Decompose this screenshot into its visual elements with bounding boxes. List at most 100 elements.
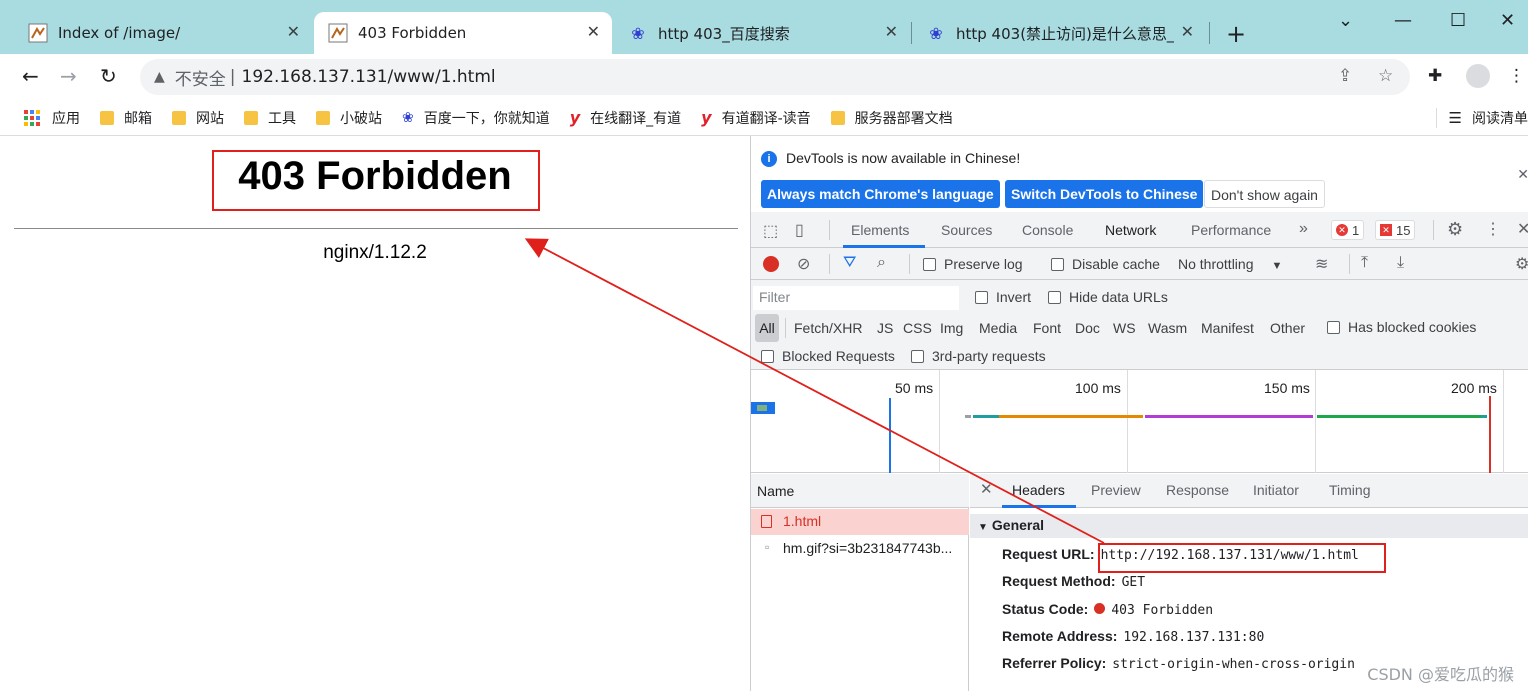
close-window-icon[interactable]: ✕ [1500, 10, 1515, 31]
close-icon[interactable]: ✕ [1517, 166, 1528, 183]
minimize-icon[interactable]: — [1394, 10, 1412, 31]
header-key: Referrer Policy: [1002, 655, 1107, 671]
inspect-element-icon[interactable]: ⬚ [763, 221, 778, 241]
forward-arrow-icon[interactable]: → [60, 64, 77, 88]
url-text[interactable]: 192.168.137.131/www/1.html [242, 67, 496, 87]
filter-input[interactable]: Filter [753, 286, 959, 310]
bookmark-star-icon[interactable]: ☆ [1378, 66, 1393, 86]
tab-elements[interactable]: Elements [851, 222, 909, 238]
bookmark-sites-folder[interactable]: 网站 [172, 108, 224, 128]
security-label[interactable]: 不安全 [175, 65, 226, 90]
close-details-icon[interactable]: ✕ [980, 480, 993, 498]
bookmark-tools-folder[interactable]: 工具 [244, 108, 296, 128]
header-value[interactable]: 403 Forbidden [1111, 603, 1213, 618]
close-icon[interactable]: ✕ [1181, 22, 1194, 41]
blocked-requests-checkbox[interactable]: Blocked Requests [761, 348, 895, 364]
bookmark-server-docs-folder[interactable]: 服务器部署文档 [830, 108, 953, 128]
menu-kebab-icon[interactable]: ⋮ [1508, 66, 1525, 86]
filter-type-img[interactable]: Img [940, 320, 963, 336]
extensions-puzzle-icon[interactable]: ✚ [1428, 66, 1442, 86]
filter-type-ws[interactable]: WS [1113, 320, 1136, 336]
tab-http-403-meaning[interactable]: ❀ http 403(禁止访问)是什么意思_ ✕ [912, 12, 1208, 54]
filter-funnel-icon[interactable]: ⛛ [843, 254, 856, 272]
close-devtools-icon[interactable]: ✕ [1517, 219, 1528, 239]
filter-type-manifest[interactable]: Manifest [1201, 320, 1254, 336]
network-settings-gear-icon[interactable]: ⚙ [1515, 254, 1528, 274]
dont-show-again-button[interactable]: Don't show again [1204, 180, 1325, 208]
export-har-icon[interactable]: ⤓ [1397, 254, 1404, 272]
third-party-requests-checkbox[interactable]: 3rd-party requests [911, 348, 1046, 364]
filter-type-media[interactable]: Media [979, 320, 1017, 336]
more-tabs-icon[interactable]: » [1299, 220, 1308, 238]
address-bar[interactable]: ▲ 不安全 | 192.168.137.131/www/1.html [140, 59, 1410, 95]
tab-console[interactable]: Console [1022, 222, 1073, 238]
filter-type-doc[interactable]: Doc [1075, 320, 1100, 336]
import-har-icon[interactable]: ⤒ [1361, 254, 1368, 272]
tab-baidu-search[interactable]: ❀ http 403_百度搜索 ✕ [614, 12, 910, 54]
disable-cache-checkbox[interactable]: Disable cache [1051, 256, 1160, 272]
bookmark-baidu[interactable]: ❀ 百度一下，你就知道 [402, 108, 550, 128]
warning-triangle-icon[interactable]: ▲ [154, 69, 165, 85]
request-row-1-html[interactable]: 1.html [751, 509, 969, 535]
tab-performance[interactable]: Performance [1191, 222, 1271, 238]
hide-data-urls-checkbox[interactable]: Hide data URLs [1048, 289, 1168, 305]
filter-type-font[interactable]: Font [1033, 320, 1061, 336]
bookmark-youdao-pronounce[interactable]: y 有道翻译-读音 [701, 108, 811, 128]
youdao-icon: y [701, 108, 712, 127]
maximize-icon[interactable]: ☐ [1450, 10, 1466, 31]
name-column-header[interactable]: Name [751, 474, 969, 508]
close-icon[interactable]: ✕ [885, 22, 898, 41]
general-section-header[interactable]: ▼ General [970, 514, 1528, 538]
checkbox-icon [1048, 291, 1061, 304]
close-icon[interactable]: ✕ [587, 22, 600, 41]
tab-network[interactable]: Network [1105, 222, 1156, 238]
settings-gear-icon[interactable]: ⚙ [1447, 219, 1463, 240]
filter-type-wasm[interactable]: Wasm [1148, 320, 1187, 336]
clear-icon[interactable]: ⊘ [797, 254, 810, 274]
tab-sources[interactable]: Sources [941, 222, 992, 238]
bookmark-bilibili-folder[interactable]: 小破站 [316, 108, 382, 128]
share-icon[interactable]: ⇪ [1338, 66, 1352, 86]
bookmark-apps[interactable]: 应用 [24, 108, 80, 128]
header-value[interactable]: 192.168.137.131:80 [1123, 630, 1264, 645]
has-blocked-cookies-checkbox[interactable]: Has blocked cookies [1327, 319, 1476, 335]
filter-type-css[interactable]: CSS [903, 320, 932, 336]
search-icon[interactable]: ⌕ [877, 254, 886, 272]
profile-avatar-icon[interactable] [1466, 64, 1490, 88]
always-match-language-button[interactable]: Always match Chrome's language [761, 180, 1000, 208]
bookmark-youdao-translate[interactable]: y 在线翻译_有道 [570, 108, 681, 128]
nginx-favicon-icon [28, 23, 48, 43]
tab-strip: Index of /image/ ✕ 403 Forbidden ✕ ❀ htt… [0, 0, 1528, 54]
header-value[interactable]: strict-origin-when-cross-origin [1112, 657, 1355, 672]
tab-index-of-image[interactable]: Index of /image/ ✕ [14, 12, 312, 54]
throttling-select[interactable]: No throttling ▼ [1178, 256, 1282, 272]
tab-timing[interactable]: Timing [1329, 482, 1371, 498]
filter-type-all[interactable]: All [755, 314, 779, 342]
switch-to-chinese-button[interactable]: Switch DevTools to Chinese [1005, 180, 1204, 208]
reload-icon[interactable]: ↻ [100, 64, 117, 88]
request-row-hm-gif[interactable]: ▫ hm.gif?si=3b231847743b... [751, 536, 969, 562]
new-tab-plus-icon[interactable]: + [1226, 20, 1246, 48]
issue-count-badge[interactable]: ✕ 15 [1375, 220, 1416, 240]
tab-initiator[interactable]: Initiator [1253, 482, 1299, 498]
record-icon[interactable] [763, 256, 779, 272]
filter-type-js[interactable]: JS [877, 320, 893, 336]
device-toolbar-icon[interactable]: ▯ [795, 220, 804, 240]
filter-type-fetch-xhr[interactable]: Fetch/XHR [794, 320, 862, 336]
back-arrow-icon[interactable]: ← [22, 64, 39, 88]
filter-type-other[interactable]: Other [1270, 320, 1305, 336]
close-icon[interactable]: ✕ [287, 22, 300, 41]
preserve-log-checkbox[interactable]: Preserve log [923, 256, 1023, 272]
tab-headers[interactable]: Headers [1012, 482, 1065, 498]
error-count-badge[interactable]: ✕ 1 [1331, 220, 1365, 240]
network-conditions-wifi-icon[interactable]: ≋ [1315, 254, 1328, 274]
header-value[interactable]: GET [1122, 575, 1145, 590]
tab-preview[interactable]: Preview [1091, 482, 1141, 498]
reading-list[interactable]: ☰ 阅读清单 [1435, 108, 1528, 128]
tab-search-chevron-icon[interactable]: ⌄ [1338, 10, 1353, 31]
invert-checkbox[interactable]: Invert [975, 289, 1031, 305]
tab-403-forbidden[interactable]: 403 Forbidden ✕ [314, 12, 612, 54]
customize-kebab-icon[interactable]: ⋮ [1485, 219, 1501, 239]
tab-response[interactable]: Response [1166, 482, 1229, 498]
bookmark-mail-folder[interactable]: 邮箱 [100, 108, 152, 128]
